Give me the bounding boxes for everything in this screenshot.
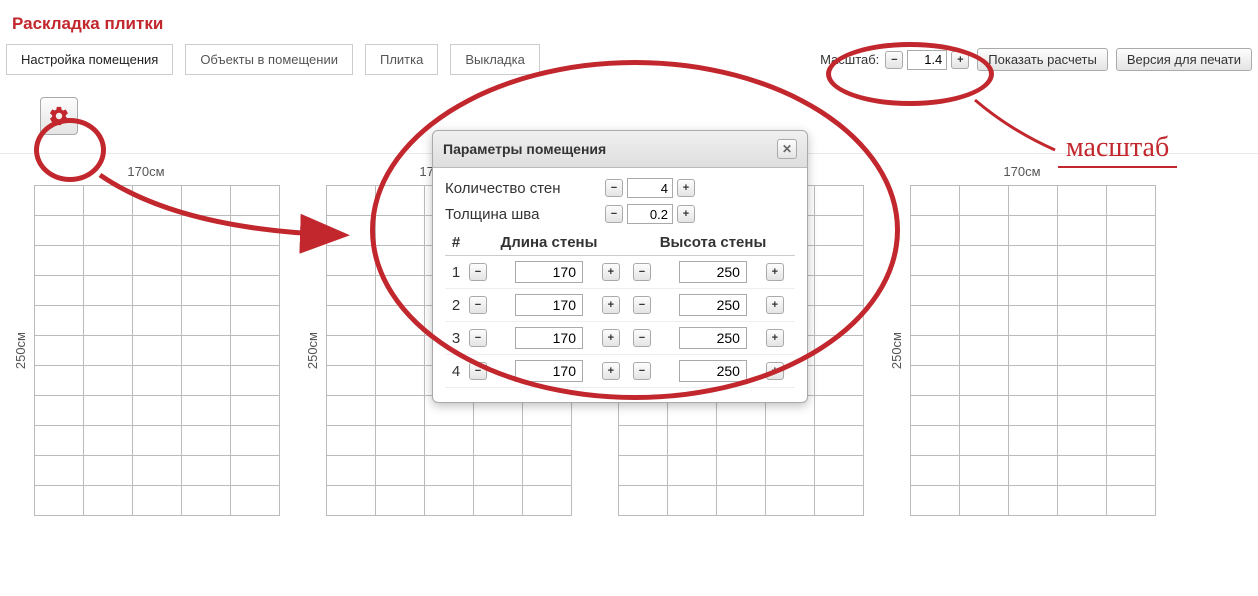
length-minus-button[interactable]: −	[469, 296, 487, 314]
room-params-dialog[interactable]: Параметры помещения ✕ Количество стен − …	[432, 130, 808, 403]
tile-grid[interactable]	[910, 185, 1156, 516]
seam-input[interactable]	[627, 204, 673, 224]
close-icon: ✕	[782, 142, 792, 156]
scale-minus-button[interactable]: −	[885, 51, 903, 69]
length-input[interactable]	[515, 327, 583, 349]
height-input[interactable]	[679, 261, 747, 283]
tabs-row: Настройка помещения Объекты в помещении …	[0, 44, 1258, 75]
tile-grid[interactable]	[34, 185, 280, 516]
scale-input[interactable]	[907, 50, 947, 70]
page-title: Раскладка плитки	[0, 0, 1258, 44]
length-input[interactable]	[515, 261, 583, 283]
wall-dimensions-table: # Длина стены Высота стены 1 − + − + 2	[445, 230, 795, 388]
dialog-close-button[interactable]: ✕	[777, 139, 797, 159]
wall-count-label: Количество стен	[445, 180, 605, 197]
length-minus-button[interactable]: −	[469, 362, 487, 380]
length-minus-button[interactable]: −	[469, 329, 487, 347]
row-num: 3	[445, 322, 467, 355]
length-plus-button[interactable]: +	[602, 329, 620, 347]
tab-layout[interactable]: Выкладка	[450, 44, 539, 75]
wall-top-label: 170см	[127, 164, 164, 179]
right-controls: Масштаб: − + Показать расчеты Версия для…	[820, 48, 1252, 71]
height-input[interactable]	[679, 360, 747, 382]
dialog-title: Параметры помещения	[443, 141, 606, 157]
col-height-header: Высота стены	[631, 230, 795, 256]
wall-count-input[interactable]	[627, 178, 673, 198]
height-plus-button[interactable]: +	[766, 296, 784, 314]
row-num: 1	[445, 256, 467, 289]
gear-icon	[48, 105, 70, 127]
wall-panel-1: 170см 250см	[0, 164, 292, 516]
gear-button[interactable]	[40, 97, 78, 135]
seam-minus-button[interactable]: −	[605, 205, 623, 223]
scale-plus-button[interactable]: +	[951, 51, 969, 69]
wall-count-minus-button[interactable]: −	[605, 179, 623, 197]
length-minus-button[interactable]: −	[469, 263, 487, 281]
table-row: 1 − + − +	[445, 256, 795, 289]
seam-plus-button[interactable]: +	[677, 205, 695, 223]
height-plus-button[interactable]: +	[766, 362, 784, 380]
dialog-header[interactable]: Параметры помещения ✕	[433, 131, 807, 168]
wall-count-plus-button[interactable]: +	[677, 179, 695, 197]
tab-objects[interactable]: Объекты в помещении	[185, 44, 353, 75]
dialog-body: Количество стен − + Толщина шва − + # Дл…	[433, 168, 807, 402]
length-input[interactable]	[515, 360, 583, 382]
table-row: 4 − + − +	[445, 355, 795, 388]
wall-top-label: 170см	[1003, 164, 1040, 179]
height-plus-button[interactable]: +	[766, 329, 784, 347]
height-minus-button[interactable]: −	[633, 329, 651, 347]
height-minus-button[interactable]: −	[633, 296, 651, 314]
wall-side-label: 250см	[13, 332, 28, 369]
height-input[interactable]	[679, 327, 747, 349]
height-minus-button[interactable]: −	[633, 362, 651, 380]
wall-panel-4: 170см 250см	[876, 164, 1168, 516]
wall-side-label: 250см	[889, 332, 904, 369]
length-plus-button[interactable]: +	[602, 362, 620, 380]
col-num-header: #	[445, 230, 467, 256]
tab-tile[interactable]: Плитка	[365, 44, 438, 75]
tab-room-settings[interactable]: Настройка помещения	[6, 44, 173, 75]
height-input[interactable]	[679, 294, 747, 316]
print-version-button[interactable]: Версия для печати	[1116, 48, 1252, 71]
row-num: 4	[445, 355, 467, 388]
col-length-header: Длина стены	[467, 230, 631, 256]
length-plus-button[interactable]: +	[602, 296, 620, 314]
show-calc-button[interactable]: Показать расчеты	[977, 48, 1108, 71]
wall-side-label: 250см	[305, 332, 320, 369]
height-plus-button[interactable]: +	[766, 263, 784, 281]
height-minus-button[interactable]: −	[633, 263, 651, 281]
length-plus-button[interactable]: +	[602, 263, 620, 281]
table-row: 2 − + − +	[445, 289, 795, 322]
scale-label: Масштаб:	[820, 52, 879, 67]
annotation-label: масштаб	[1058, 132, 1177, 168]
row-num: 2	[445, 289, 467, 322]
table-row: 3 − + − +	[445, 322, 795, 355]
seam-label: Толщина шва	[445, 206, 605, 223]
length-input[interactable]	[515, 294, 583, 316]
